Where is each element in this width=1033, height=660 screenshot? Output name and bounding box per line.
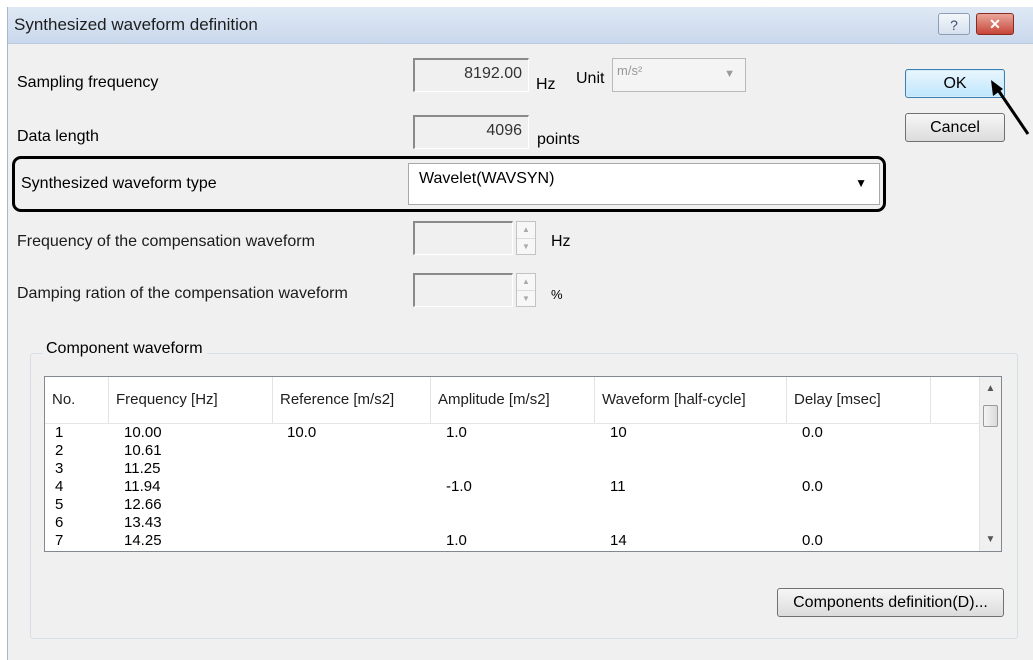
column-header-frequency[interactable]: Frequency [Hz] <box>109 377 273 423</box>
spin-up-icon: ▲ <box>517 222 535 239</box>
comp-frequency-field[interactable] <box>413 221 513 255</box>
data-length-unit: points <box>537 131 580 148</box>
table-cell: 1 <box>55 424 64 441</box>
spin-up-icon: ▲ <box>517 274 535 291</box>
unit-select[interactable]: m/s² ▼ <box>612 58 746 92</box>
components-definition-button[interactable]: Components definition(D)... <box>777 588 1004 617</box>
sampling-frequency-label: Sampling frequency <box>17 74 159 91</box>
table-cell: 12.66 <box>124 496 162 513</box>
column-header-reference[interactable]: Reference [m/s2] <box>273 377 431 423</box>
column-header-amplitude[interactable]: Amplitude [m/s2] <box>431 377 595 423</box>
table-body: 1 10.00 10.0 1.0 10 0.0 2 10.61 3 11.25 4 11.94 -1.0… <box>45 424 979 551</box>
comp-frequency-label: Frequency of the compensation waveform <box>17 233 315 250</box>
sampling-frequency-unit: Hz <box>536 76 556 93</box>
comp-frequency-spinner[interactable]: ▲ ▼ <box>516 221 536 255</box>
vertical-scrollbar[interactable]: ▲ ▼ <box>979 377 1001 551</box>
column-header-no[interactable]: No. <box>45 377 109 423</box>
column-header-waveform[interactable]: Waveform [half-cycle] <box>595 377 787 423</box>
chevron-down-icon: ▼ <box>724 68 735 80</box>
spin-down-icon: ▼ <box>522 242 530 251</box>
table-cell: 13.43 <box>124 514 162 531</box>
table-row[interactable]: 3 11.25 <box>45 460 979 477</box>
table-cell: 10 <box>610 424 627 441</box>
table-header: No. Frequency [Hz] Reference [m/s2] Ampl… <box>45 377 979 424</box>
window-title: Synthesized waveform definition <box>14 15 258 34</box>
table-cell: 14.25 <box>124 532 162 549</box>
table-row[interactable]: 7 14.25 1.0 14 0.0 <box>45 532 979 549</box>
table-cell: 0.0 <box>802 532 823 549</box>
damping-label: Damping ration of the compensation wavef… <box>17 285 348 302</box>
table-row[interactable]: 5 12.66 <box>45 496 979 513</box>
close-button[interactable]: ✕ <box>976 13 1014 35</box>
unit-select-value: m/s² <box>617 63 643 78</box>
waveform-type-label: Synthesized waveform type <box>21 175 217 192</box>
arrow-pointer-icon <box>991 80 1030 135</box>
table-cell: 11.25 <box>124 460 161 477</box>
table-cell: 5 <box>55 496 64 513</box>
sampling-frequency-field[interactable]: 8192.00 <box>413 58 529 92</box>
waveform-type-value: Wavelet(WAVSYN) <box>419 170 555 187</box>
table-cell: 1.0 <box>446 532 467 549</box>
table-row[interactable]: 2 10.61 <box>45 442 979 459</box>
table-cell: 0.0 <box>802 478 823 495</box>
table-cell: -1.0 <box>446 478 472 495</box>
data-length-field[interactable]: 4096 <box>413 115 529 149</box>
scroll-thumb[interactable] <box>983 405 998 427</box>
data-length-label: Data length <box>17 128 99 145</box>
help-button[interactable]: ? <box>938 13 970 35</box>
unit-label: Unit <box>576 70 605 87</box>
scroll-down-arrow-icon[interactable]: ▼ <box>980 534 1001 545</box>
table-cell: 4 <box>55 478 64 495</box>
table-cell: 6 <box>55 514 64 531</box>
waveform-type-select[interactable]: Wavelet(WAVSYN) ▼ <box>408 163 880 205</box>
table-cell: 3 <box>55 460 64 477</box>
spin-down-icon: ▼ <box>522 294 530 303</box>
chevron-down-icon: ▼ <box>855 176 867 190</box>
column-header-delay[interactable]: Delay [msec] <box>787 377 931 423</box>
table-cell: 2 <box>55 442 64 459</box>
comp-frequency-unit: Hz <box>551 233 571 250</box>
component-waveform-title: Component waveform <box>42 340 207 358</box>
table-row[interactable]: 4 11.94 -1.0 11 0.0 <box>45 478 979 495</box>
scroll-up-arrow-icon[interactable]: ▲ <box>980 383 1001 394</box>
damping-field[interactable] <box>413 273 513 307</box>
table-row[interactable]: 1 10.00 10.0 1.0 10 0.0 <box>45 424 979 441</box>
table-cell: 0.0 <box>802 424 823 441</box>
table-cell: 11 <box>610 478 626 495</box>
table-cell: 10.0 <box>287 424 317 441</box>
table-cell: 1.0 <box>446 424 467 441</box>
title-bar: Synthesized waveform definition ? ✕ <box>8 7 1033 44</box>
table-row[interactable]: 6 13.43 <box>45 514 979 531</box>
table-cell: 10.00 <box>124 424 162 441</box>
table-cell: 7 <box>55 532 64 549</box>
table-cell: 10.61 <box>124 442 162 459</box>
component-waveform-table[interactable]: No. Frequency [Hz] Reference [m/s2] Ampl… <box>44 376 1002 552</box>
table-cell: 11.94 <box>124 478 161 495</box>
table-cell: 14 <box>610 532 627 549</box>
damping-unit: % <box>551 287 563 302</box>
damping-spinner[interactable]: ▲ ▼ <box>516 273 536 307</box>
